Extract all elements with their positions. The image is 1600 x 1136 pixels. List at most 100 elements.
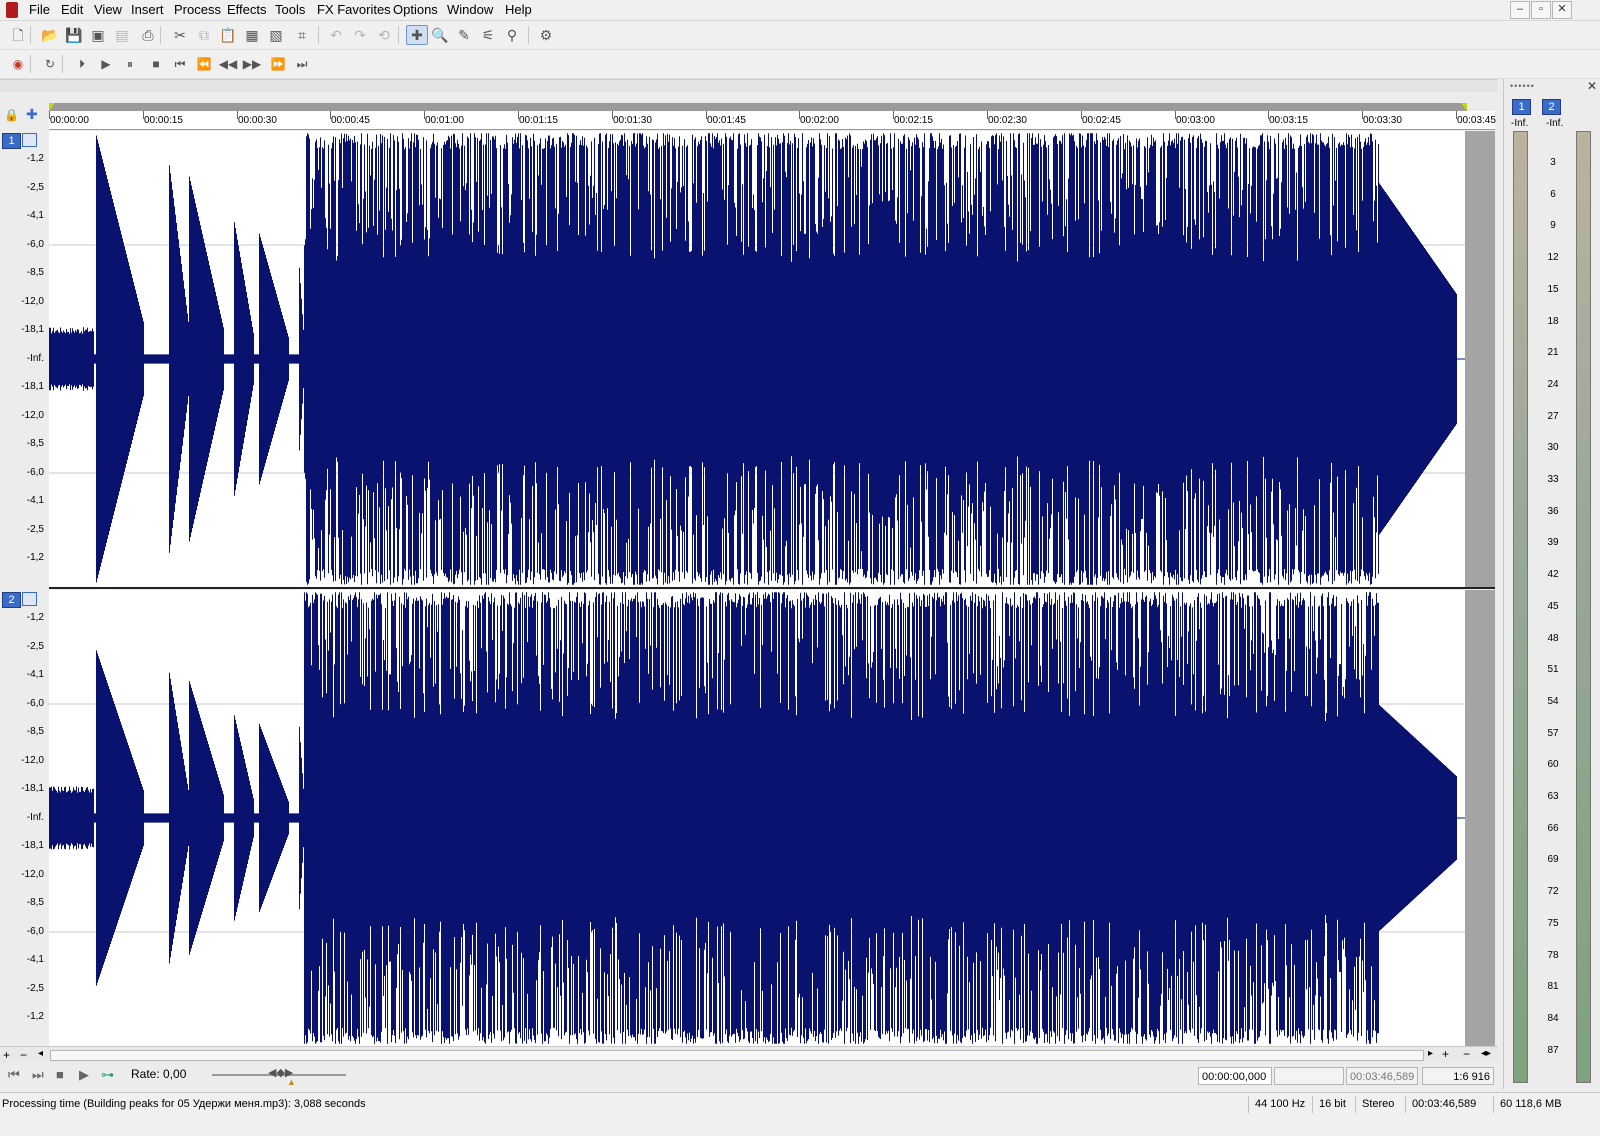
snap-icon[interactable]: ✚ [26, 106, 38, 123]
zoom-in-horizontal-icon[interactable]: + [1442, 1047, 1449, 1061]
menu-insert[interactable]: Insert [128, 2, 167, 17]
meter-close-icon[interactable]: ✕ [1587, 79, 1597, 93]
meter-channel-1[interactable]: 1 [1512, 99, 1531, 115]
menu-process[interactable]: Process [171, 2, 224, 17]
transport-toolbar: ◉ ↻ ⏵ ▶ ⏸ ■ ⏮ ⏪ ◀◀ ▶▶ ⏩ ⏭ [0, 50, 1600, 79]
toolbar-separator [160, 26, 161, 44]
new-icon[interactable]: 🗋 [8, 26, 28, 44]
go-end-icon[interactable]: ⏭ [32, 1067, 44, 1083]
pencil-tool-icon[interactable]: ✎ [454, 26, 474, 44]
stop-icon[interactable]: ■ [146, 55, 166, 73]
play-normal-icon[interactable]: ▶ [79, 1067, 89, 1083]
record-icon[interactable]: ◉ [8, 55, 28, 73]
menu-fx-favorites[interactable]: FX Favorites [314, 2, 394, 17]
save-all-icon[interactable]: ▤ [112, 26, 132, 44]
status-sample-rate[interactable]: 44 100 Hz [1248, 1096, 1311, 1113]
scroll-thumb[interactable] [50, 1050, 1424, 1061]
forward-icon[interactable]: ▶▶ [242, 55, 262, 73]
restore-icon[interactable]: ▫ [1531, 1, 1551, 19]
selection-end-field[interactable] [1274, 1067, 1344, 1085]
rewind-icon[interactable]: ◀◀ [218, 55, 238, 73]
waveform-path [49, 133, 1457, 585]
menu-help[interactable]: Help [502, 2, 535, 17]
ruler-tick-label: 00:03:15 [1269, 115, 1308, 126]
meter-scale-label: 12 [1547, 252, 1559, 264]
save-as-icon[interactable]: ▣ [88, 26, 108, 44]
menu-tools[interactable]: Tools [272, 2, 308, 17]
next-marker-icon[interactable]: ⏩ [268, 55, 288, 73]
zoom-out-vertical-icon[interactable]: − [20, 1048, 27, 1062]
selection-start-field[interactable]: 00:00:00,000 [1198, 1067, 1272, 1085]
edit-tool-icon[interactable]: ✚ [406, 25, 428, 45]
channel-2-badge[interactable]: 2 [2, 592, 21, 608]
close-window-icon[interactable]: ✕ [1552, 1, 1572, 19]
db-label: -4,1 [26, 210, 44, 221]
stop-icon[interactable]: ■ [56, 1067, 64, 1082]
trim-icon[interactable]: ⌗ [292, 26, 312, 44]
save-icon[interactable]: 💾 [64, 26, 84, 44]
minimize-icon[interactable]: – [1510, 1, 1530, 19]
channel-divider[interactable] [49, 587, 1495, 589]
go-start-icon[interactable]: ⏮ [170, 55, 190, 73]
redo-icon[interactable]: ↷ [350, 26, 370, 44]
mix-icon[interactable]: ▧ [266, 26, 286, 44]
zoom-out-horizontal-icon[interactable]: − [1463, 1047, 1470, 1061]
envelope-tool-icon[interactable]: ⚟ [478, 26, 498, 44]
scroll-left-icon[interactable]: ◂ [38, 1048, 43, 1059]
play-as-sample-icon[interactable]: ⊶ [101, 1067, 114, 1083]
play-all-icon[interactable]: ⏵ [72, 55, 92, 73]
channel-1-badge[interactable]: 1 [2, 133, 21, 149]
cut-icon[interactable]: ✂ [170, 26, 190, 44]
db-label: -Inf. [26, 811, 44, 823]
magnify-tool-icon[interactable]: 🔍 [430, 26, 450, 44]
pause-icon[interactable]: ⏸ [120, 55, 140, 73]
channel-1-waveform[interactable] [49, 131, 1465, 587]
smooth-tool-icon[interactable]: ⚲ [502, 26, 522, 44]
prev-marker-icon[interactable]: ⏪ [194, 55, 214, 73]
menu-file[interactable]: File [26, 2, 53, 17]
selection-length-field[interactable]: 00:03:46,589 [1346, 1067, 1418, 1085]
status-bit-depth[interactable]: 16 bit [1312, 1096, 1352, 1113]
render-icon[interactable]: ⎙ [138, 26, 158, 44]
meter-scale-label: 3 [1550, 157, 1556, 168]
channel-1-minimize-button[interactable] [22, 133, 37, 147]
overview-bar[interactable] [49, 103, 1467, 111]
menu-window[interactable]: Window [444, 2, 496, 17]
paste-special-icon[interactable]: ▦ [242, 26, 262, 44]
zoom-fit-icon[interactable]: ◂▸ [1481, 1048, 1491, 1059]
loop-end-marker-icon[interactable] [1461, 103, 1467, 111]
menu-effects[interactable]: Effects [224, 2, 270, 17]
channel-2-waveform[interactable] [49, 590, 1465, 1046]
time-ruler[interactable]: 00:00:00 00:00:15 00:00:30 00:00:45 00:01:00… [49, 111, 1496, 130]
zoom-ratio-field[interactable]: 1:6 916 [1422, 1067, 1494, 1085]
plugin-icon[interactable]: ⚙ [536, 26, 556, 44]
meter-scale-label: 42 [1547, 569, 1559, 581]
repeat-icon[interactable]: ⟲ [374, 26, 394, 44]
db-label: -18,1 [21, 381, 44, 392]
menu-options[interactable]: Options [390, 2, 441, 17]
scroll-right-icon[interactable]: ▸ [1428, 1048, 1433, 1059]
meter-scale-label: 6 [1550, 188, 1556, 200]
zoom-in-vertical-icon[interactable]: + [3, 1048, 10, 1062]
paste-icon[interactable]: 📋 [218, 26, 238, 44]
meter-grip-icon[interactable]: •••••• [1510, 81, 1535, 91]
go-end-icon[interactable]: ⏭ [292, 55, 312, 73]
menu-view[interactable]: View [91, 2, 125, 17]
play-icon[interactable]: ▶ [96, 55, 116, 73]
db-label: -8,5 [26, 438, 44, 449]
channel-2-minimize-button[interactable] [22, 592, 37, 606]
lock-icon[interactable]: 🔒 [4, 108, 19, 122]
status-channels[interactable]: Stereo [1355, 1096, 1400, 1113]
undo-icon[interactable]: ↶ [326, 26, 346, 44]
meter-channel-2[interactable]: 2 [1542, 99, 1561, 115]
go-start-icon[interactable]: ⏮ [8, 1067, 20, 1083]
open-icon[interactable]: 📂 [40, 26, 60, 44]
status-disk-space: 60 118,6 MB [1493, 1096, 1568, 1113]
loop-start-marker-icon[interactable] [49, 103, 55, 111]
menu-edit[interactable]: Edit [58, 2, 86, 17]
app-icon[interactable] [6, 2, 18, 18]
horizontal-scrollbar[interactable]: + − ◂ ▸ + − ◂▸ [0, 1046, 1498, 1063]
copy-icon[interactable]: ⧉ [194, 26, 214, 44]
loop-icon[interactable]: ↻ [40, 55, 60, 73]
ruler-tick-label: 00:02:30 [988, 115, 1027, 126]
